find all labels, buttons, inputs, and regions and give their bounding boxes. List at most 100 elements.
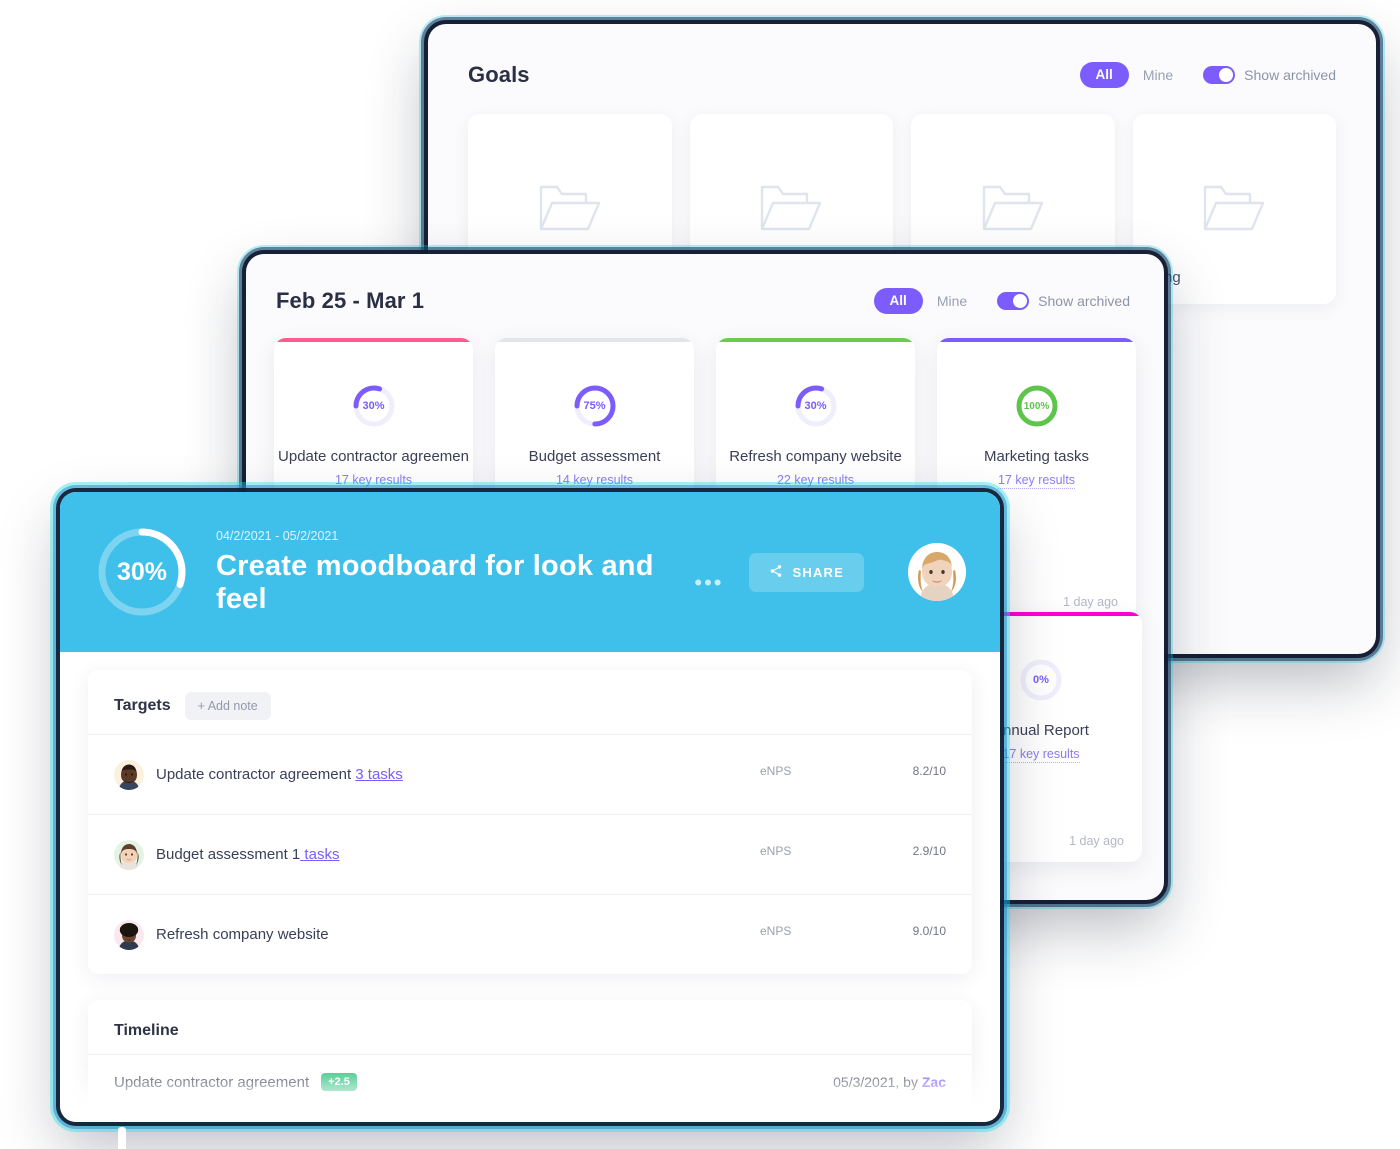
target-tasks-link[interactable]: tasks [300,846,339,863]
target-metric: eNPS 8.2/10 [760,764,946,785]
timeline-card: Timeline Update contractor agreement +2.… [88,1000,972,1122]
goal-key-results-link[interactable]: 14 key results [555,473,634,489]
progress-ring: 75% [573,384,617,428]
goal-key-results-link[interactable]: 17 key results [997,473,1076,489]
timeline-entry-name: Update contractor agreement [114,1073,310,1091]
target-metric: eNPS 9.0/10 [760,924,946,945]
share-icon [769,564,783,581]
week-scope-segment: All Mine [873,288,976,314]
target-row[interactable]: Update contractor agreement 3 tasks eNPS… [88,734,972,814]
goal-progress-percent: 30% [116,557,168,586]
goal-card-title: Marketing tasks [983,448,1090,465]
progress-percent: 0% [1033,674,1049,686]
goal-date-range: 04/2/2021 - 05/2/2021 [216,528,339,543]
show-archived-label: Show archived [1244,67,1336,83]
week-filter-controls: All Mine Show archived [873,288,1130,314]
filter-all-button[interactable]: All [1079,62,1129,88]
toggle-switch-icon[interactable] [1203,66,1236,84]
progress-ring: 30% [352,384,396,428]
more-options-icon[interactable]: ••• [694,571,723,593]
timeline-entry: Update contractor agreement +2.5 [114,1073,833,1092]
avatar [114,759,144,790]
page-title: Goals [468,62,530,87]
goal-progress-ring: 30% [94,524,190,620]
goals-scope-segment: All Mine [1079,62,1182,88]
progress-percent: 30% [362,400,385,412]
folder-icon [537,179,603,240]
goal-card-accent-bar [937,338,1136,342]
metric-label: eNPS [760,764,792,778]
target-name: Budget assessment 1 tasks [156,846,760,863]
target-row[interactable]: Refresh company website eNPS 9.0/10 [88,894,972,974]
goal-title-row: Create moodboard for look and feel ••• [216,550,723,616]
target-tasks-link[interactable]: 3 tasks [355,766,403,783]
goal-card-accent-bar [716,338,915,342]
target-row[interactable]: Budget assessment 1 tasks eNPS 2.9/10 [88,814,972,894]
progress-percent: 75% [583,400,606,412]
goal-header-text: 04/2/2021 - 05/2/2021 Create moodboard f… [216,529,723,616]
targets-header: Targets + Add note [88,670,972,734]
metric-label: eNPS [760,924,792,938]
goal-key-results-link[interactable]: 17 key results [334,473,413,489]
add-note-button[interactable]: + Add note [184,692,271,720]
goal-detail-panel: 30% 04/2/2021 - 05/2/2021 Create moodboa… [60,492,1000,1122]
goal-detail-header: 30% 04/2/2021 - 05/2/2021 Create moodboa… [60,492,1000,652]
target-metric: eNPS 2.9/10 [760,844,946,865]
show-archived-label: Show archived [1038,293,1130,309]
metric-header: eNPS 2.9/10 [760,844,946,858]
status-badge: +2.5 [321,1073,357,1092]
show-archived-toggle[interactable]: Show archived [997,292,1130,310]
targets-heading: Targets [114,697,171,714]
progress-ring: 100% [1015,384,1059,428]
metric-header: eNPS 9.0/10 [760,924,946,938]
timeline-meta: 05/3/2021, by Zac [833,1074,946,1090]
target-name-text: Budget assessment 1 [156,846,301,863]
timeline-header: Timeline [88,1000,972,1054]
avatar [114,839,144,870]
show-archived-toggle[interactable]: Show archived [1203,66,1336,84]
folder-icon [1201,179,1267,240]
timeline-row[interactable]: Plan for next year +2.5 05/3/2021, by Ma… [88,1109,972,1122]
folder-icon [980,179,1046,240]
goal-card-title: Update contractor agreemen [278,448,469,465]
metric-value: 8.2/10 [912,764,946,778]
share-button-label: SHARE [792,564,844,580]
goal-key-results-link[interactable]: 17 key results [1002,747,1080,763]
filter-mine-button[interactable]: Mine [929,293,975,309]
progress-percent: 30% [804,400,827,412]
goal-card-accent-bar [274,338,473,342]
metric-header: eNPS 8.2/10 [760,764,946,778]
goal-card-accent-bar [495,338,694,342]
avatar [114,919,144,950]
progress-ring: 30% [794,384,838,428]
goals-panel-header: Goals All Mine Show archived [428,24,1376,88]
week-panel-header: Feb 25 - Mar 1 All Mine Show archived [246,254,1164,314]
toggle-switch-icon[interactable] [997,292,1030,310]
target-name: Refresh company website [156,926,760,943]
timeline-author[interactable]: Zac [922,1074,946,1090]
goal-key-results-link[interactable]: 22 key results [776,473,855,489]
goals-filter-controls: All Mine Show archived [1079,62,1336,88]
goal-card-title: Annual Report [993,722,1089,739]
week-range-title: Feb 25 - Mar 1 [276,288,425,313]
target-name-text: Update contractor agreement [156,766,356,783]
folder-icon [758,179,824,240]
goal-title: Create moodboard for look and feel [216,549,654,615]
goal-updated-ago: 1 day ago [1063,595,1118,609]
targets-card: Targets + Add note Update contractor agr… [88,670,972,974]
filter-mine-button[interactable]: Mine [1135,67,1181,83]
metric-label: eNPS [760,844,792,858]
timeline-row[interactable]: Update contractor agreement +2.5 05/3/20… [88,1054,972,1109]
avatar[interactable] [908,543,966,601]
share-button[interactable]: SHARE [749,552,864,592]
progress-percent: 100% [1023,400,1050,412]
panel-scroll-handle[interactable] [118,1127,126,1149]
progress-ring: 0% [1019,658,1063,702]
target-name-text: Refresh company website [156,926,329,943]
metric-value: 2.9/10 [912,844,946,858]
timeline-date: 05/3/2021, by [833,1074,922,1091]
target-name: Update contractor agreement 3 tasks [156,766,760,783]
timeline-heading: Timeline [114,1022,179,1039]
filter-all-button[interactable]: All [873,288,923,314]
goal-card-title: Budget assessment [528,448,661,465]
